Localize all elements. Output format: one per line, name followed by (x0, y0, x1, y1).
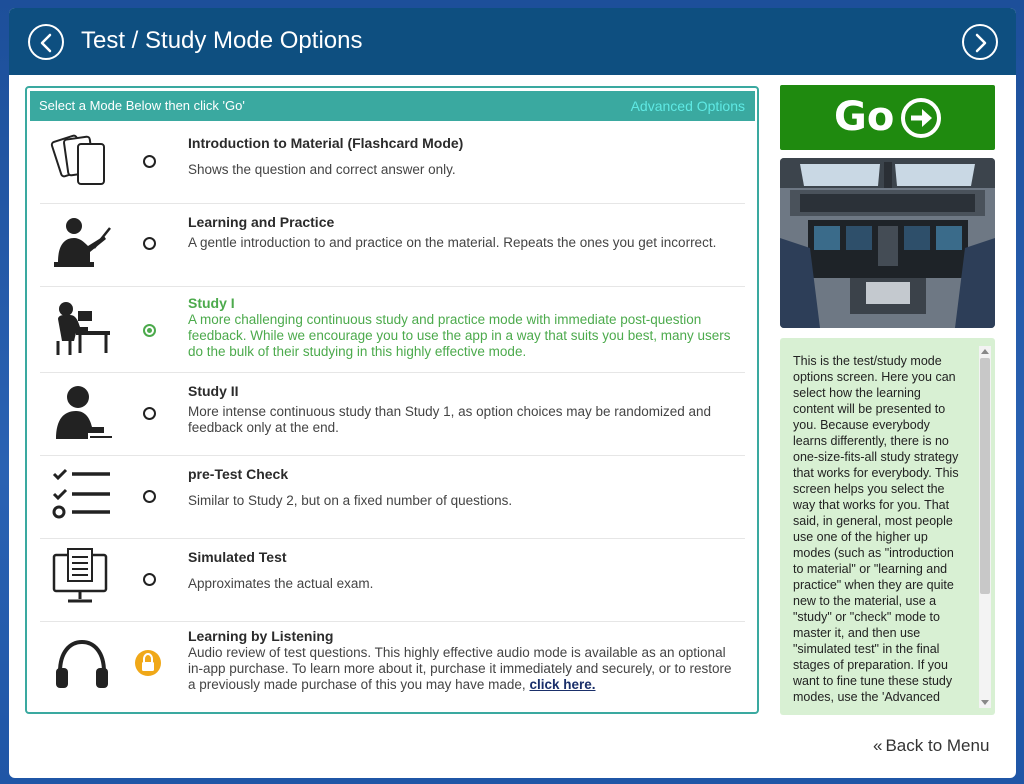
scroll-thumb[interactable] (980, 358, 990, 594)
person-writing-icon (56, 386, 112, 439)
mode-radio-pretest[interactable] (143, 490, 156, 503)
computer-test-icon (52, 548, 108, 603)
arrow-right-circle-icon (901, 98, 941, 138)
app-window: Test / Study Mode Options Select a Mode … (9, 8, 1016, 778)
click-here-link[interactable]: click here. (529, 677, 595, 692)
mode-description-text: Audio review of test questions. This hig… (188, 645, 732, 692)
mode-row-pretest[interactable]: pre-Test Check Similar to Study 2, but o… (40, 456, 745, 539)
advanced-options-link[interactable]: Advanced Options (631, 98, 745, 114)
back-to-menu-label: Back to Menu (885, 736, 990, 755)
lock-icon (135, 650, 161, 676)
mode-row-study1[interactable]: Study I A more challenging continuous st… (40, 287, 745, 373)
double-chevron-left-icon: « (873, 736, 883, 755)
go-button[interactable]: Go (780, 85, 995, 150)
mode-row-listening[interactable]: Learning by Listening Audio review of te… (40, 622, 745, 708)
mode-row-study2[interactable]: Study II More intense continuous study t… (40, 373, 745, 456)
teacher-icon (54, 218, 111, 267)
scroll-up-icon[interactable] (981, 349, 989, 354)
mode-description: Shows the question and correct answer on… (188, 162, 456, 177)
mode-radio-learning[interactable] (143, 237, 156, 250)
back-button[interactable] (28, 24, 64, 60)
flashcards-icon (50, 134, 105, 185)
mode-description: A more challenging continuous study and … (188, 312, 731, 359)
mode-radio-simulated[interactable] (143, 573, 156, 586)
chevron-right-circle-icon (975, 33, 987, 53)
mode-title: Study I (188, 295, 235, 311)
mode-radio-study2[interactable] (143, 407, 156, 420)
mode-title: Learning by Listening (188, 628, 334, 644)
chevron-left-circle-icon (40, 33, 52, 53)
mode-description: Similar to Study 2, but on a fixed numbe… (188, 493, 513, 508)
mode-title: Learning and Practice (188, 214, 335, 230)
checklist-icon (52, 468, 110, 519)
headphones-icon (56, 639, 108, 688)
mode-title: pre-Test Check (188, 466, 289, 482)
go-label: Go (834, 94, 895, 140)
mode-title: Introduction to Material (Flashcard Mode… (188, 135, 464, 151)
help-text: This is the test/study mode options scre… (793, 354, 959, 704)
mode-row-simulated[interactable]: Simulated Test Approximates the actual e… (40, 539, 745, 622)
modes-bar: Select a Mode Below then click 'Go' Adva… (30, 91, 755, 121)
mode-radio-study1[interactable] (143, 324, 156, 337)
header-bar: Test / Study Mode Options (9, 8, 1016, 75)
help-panel[interactable]: This is the test/study mode options scre… (780, 338, 995, 715)
mode-description: More intense continuous study than Study… (188, 404, 712, 435)
scroll-down-icon[interactable] (981, 700, 989, 705)
cockpit-image (780, 158, 995, 328)
forward-button[interactable] (962, 24, 998, 60)
mode-description: A gentle introduction to and practice on… (188, 235, 717, 250)
mode-title: Study II (188, 383, 239, 399)
back-to-menu-link[interactable]: «Back to Menu (873, 736, 989, 756)
mode-row-flashcard[interactable]: Introduction to Material (Flashcard Mode… (40, 126, 745, 204)
help-scrollbar[interactable] (979, 346, 991, 708)
modes-panel: Select a Mode Below then click 'Go' Adva… (25, 86, 759, 714)
modes-instruction: Select a Mode Below then click 'Go' (39, 98, 245, 113)
mode-radio-flashcard[interactable] (143, 155, 156, 168)
mode-row-learning[interactable]: Learning and Practice A gentle introduct… (40, 204, 745, 287)
mode-title: Simulated Test (188, 549, 287, 565)
mode-description: Audio review of test questions. This hig… (188, 645, 738, 693)
student-desk-icon (56, 302, 110, 355)
page-title: Test / Study Mode Options (81, 27, 363, 54)
mode-description: Approximates the actual exam. (188, 576, 374, 591)
